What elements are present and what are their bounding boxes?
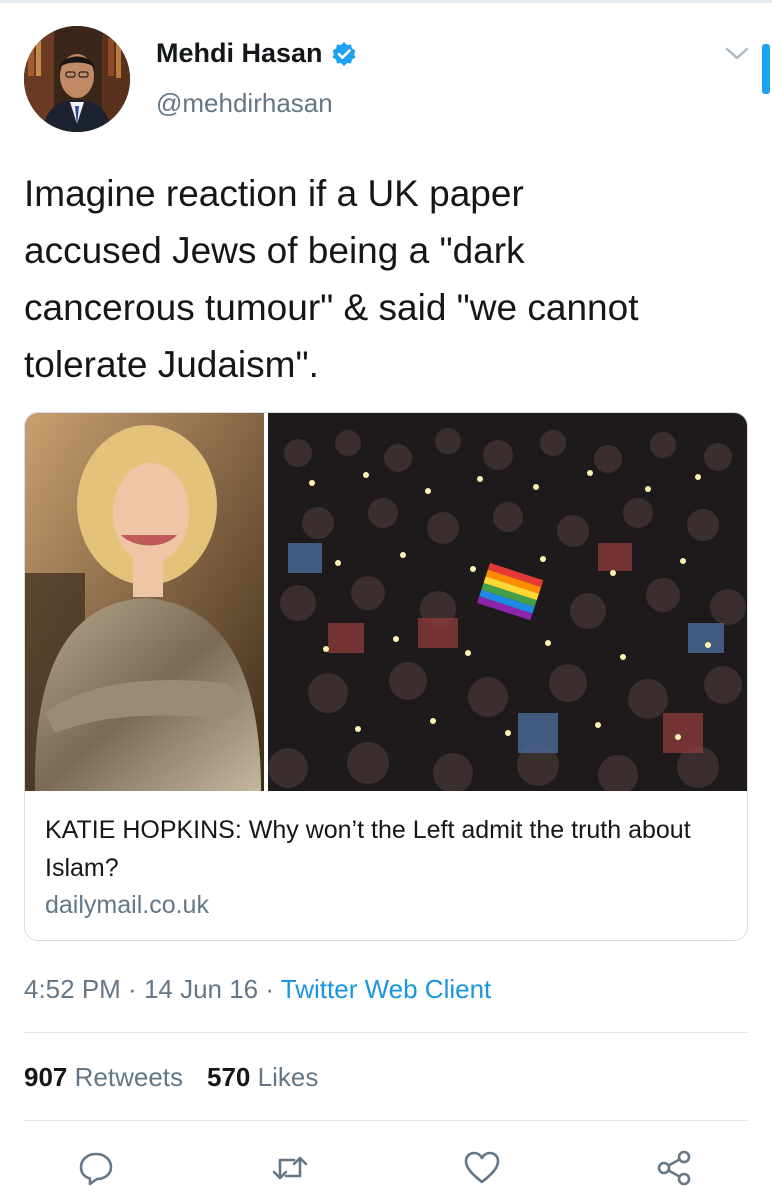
reply-icon[interactable] bbox=[76, 1148, 116, 1188]
likes-stat[interactable]: 570 Likes bbox=[207, 1062, 318, 1092]
tweet-date: 14 Jun 16 bbox=[143, 974, 259, 1004]
verified-badge-icon bbox=[331, 41, 357, 67]
tweet-stats: 907 Retweets 570 Likes bbox=[24, 1062, 318, 1093]
retweets-stat[interactable]: 907 Retweets bbox=[24, 1062, 183, 1092]
user-display-name[interactable]: Mehdi Hasan bbox=[156, 38, 323, 69]
top-border bbox=[0, 0, 772, 3]
retweets-label: Retweets bbox=[74, 1062, 184, 1092]
meta-separator: · bbox=[120, 974, 144, 1004]
user-handle[interactable]: @mehdirhasan bbox=[156, 88, 333, 119]
link-card[interactable]: KATIE HOPKINS: Why won’t the Left admit … bbox=[24, 412, 748, 941]
avatar[interactable] bbox=[24, 26, 130, 132]
card-image-crowd bbox=[268, 413, 747, 791]
tweet-client-link[interactable]: Twitter Web Client bbox=[281, 974, 491, 1004]
retweets-count: 907 bbox=[24, 1062, 68, 1092]
tweet-text: Imagine reaction if a UK paper accused J… bbox=[24, 173, 639, 385]
meta-separator: · bbox=[258, 974, 281, 1004]
card-image-portrait bbox=[25, 413, 264, 791]
divider bbox=[24, 1032, 748, 1033]
chevron-down-icon[interactable] bbox=[724, 44, 750, 64]
likes-count: 570 bbox=[207, 1062, 251, 1092]
card-title[interactable]: KATIE HOPKINS: Why won’t the Left admit … bbox=[45, 811, 725, 887]
retweet-icon[interactable] bbox=[270, 1148, 310, 1188]
card-domain: dailymail.co.uk bbox=[45, 891, 209, 919]
share-icon[interactable] bbox=[654, 1148, 694, 1188]
likes-label: Likes bbox=[257, 1062, 319, 1092]
like-icon[interactable] bbox=[462, 1148, 502, 1188]
scrollbar[interactable] bbox=[762, 44, 770, 94]
divider bbox=[24, 1120, 748, 1121]
tweet-meta: 4:52 PM · 14 Jun 16 · Twitter Web Client bbox=[24, 974, 491, 1005]
tweet-time: 4:52 PM bbox=[24, 974, 121, 1004]
